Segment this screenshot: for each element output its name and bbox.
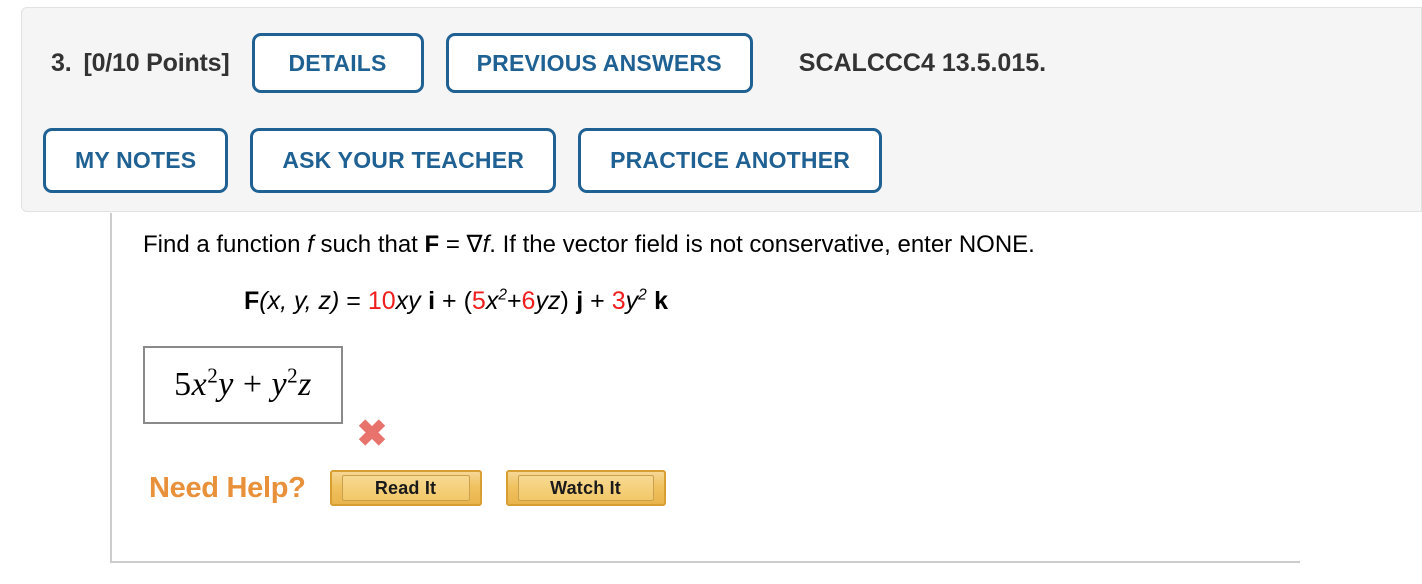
formula-plus-2: +: [583, 287, 612, 315]
my-notes-button[interactable]: MY NOTES: [43, 128, 229, 193]
formula-term1-variables: xy: [395, 287, 421, 315]
formula-equals: =: [339, 287, 368, 315]
prompt-vector-symbol: F: [424, 231, 440, 258]
prompt-text-4: . If the vector field is not conservativ…: [489, 231, 1035, 258]
need-help-row: Need Help? Read It Watch It: [149, 470, 666, 506]
question-prompt: Find a function f such that F = ∇f. If t…: [143, 230, 1035, 259]
vector-field-formula: F(x, y, z) = 10xy i + (5x2+6yz) j + 3y2 …: [244, 287, 668, 316]
answer-plus: +: [233, 366, 272, 403]
question-points-label: 3. [0/10 Points]: [51, 49, 230, 78]
prompt-function-symbol-1: f: [307, 231, 314, 258]
formula-inner-plus: +: [506, 287, 522, 315]
header-row-primary: 3. [0/10 Points] DETAILS PREVIOUS ANSWERS…: [51, 33, 1046, 93]
header-row-secondary: MY NOTES ASK YOUR TEACHER PRACTICE ANOTH…: [43, 128, 883, 193]
details-button[interactable]: DETAILS: [251, 33, 424, 93]
formula-open-paren: (: [463, 287, 472, 315]
incorrect-mark-icon: ✖: [356, 412, 388, 454]
answer-x: x: [191, 366, 208, 403]
formula-plus-1: +: [435, 287, 464, 315]
answer-z: z: [298, 366, 312, 403]
prompt-text-3: =: [439, 231, 467, 258]
answer-coefficient: 5: [174, 366, 192, 403]
points-value: [0/10 Points]: [83, 48, 230, 77]
question-header-panel: 3. [0/10 Points] DETAILS PREVIOUS ANSWERS…: [21, 7, 1422, 212]
formula-term3-exponent: 2: [638, 286, 647, 304]
formula-term2a-coefficient: 5: [471, 287, 486, 315]
read-it-label: Read It: [341, 475, 470, 501]
prompt-text-2: such that: [313, 231, 425, 258]
question-body-panel: Find a function f such that F = ∇f. If t…: [110, 213, 1300, 563]
formula-F: F: [244, 287, 260, 315]
answer-input[interactable]: 5x2y + y2z: [143, 346, 343, 424]
formula-k-unit-vector: k: [654, 287, 669, 315]
formula-term3-variable: y: [625, 287, 639, 315]
question-number: 3.: [51, 48, 72, 77]
answer-x-exponent: 2: [207, 363, 219, 388]
practice-another-button[interactable]: PRACTICE ANOTHER: [578, 128, 883, 193]
watch-it-label: Watch It: [517, 475, 654, 501]
formula-term2a-exponent: 2: [498, 286, 507, 304]
previous-answers-button[interactable]: PREVIOUS ANSWERS: [445, 33, 753, 93]
prompt-text-1: Find a function: [143, 231, 308, 258]
formula-term2b-coefficient: 6: [521, 287, 536, 315]
formula-term1-coefficient: 10: [367, 287, 396, 315]
nabla-icon: ∇: [466, 231, 483, 258]
watch-it-button[interactable]: Watch It: [505, 470, 666, 506]
formula-close-paren: ): [560, 287, 569, 315]
answer-y2-exponent: 2: [287, 363, 299, 388]
ask-your-teacher-button[interactable]: ASK YOUR TEACHER: [250, 128, 557, 193]
answer-y2: y: [271, 366, 288, 403]
module-id-label: SCALCCC4 13.5.015.: [798, 48, 1047, 77]
formula-term2b-variables: yz: [535, 287, 561, 315]
answer-value: 5x2y + y2z: [174, 363, 312, 404]
answer-y: y: [218, 366, 234, 403]
formula-term2a-variable: x: [485, 287, 499, 315]
formula-term3-coefficient: 3: [611, 287, 626, 315]
read-it-button[interactable]: Read It: [329, 470, 482, 506]
need-help-label: Need Help?: [149, 471, 306, 504]
formula-arguments: (x, y, z): [259, 287, 340, 315]
